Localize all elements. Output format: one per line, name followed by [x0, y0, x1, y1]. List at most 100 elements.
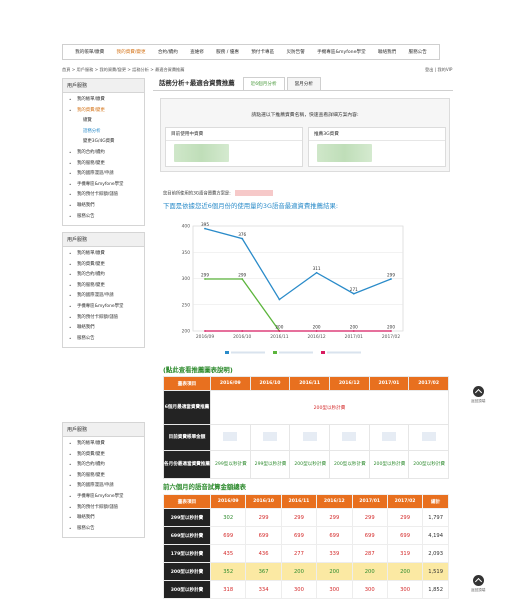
nav-item[interactable]: 手機專區&myfone學堂 [317, 49, 366, 55]
sidebar-item[interactable]: • 我的合約/續約 [69, 148, 140, 159]
sidebar-subitem[interactable]: 總覽 [69, 116, 140, 127]
back-to-top-button[interactable]: 返回頂端 [471, 386, 485, 404]
sidebar-item-label: 手機專區&myfone學堂 [77, 181, 124, 187]
sidebar-item[interactable]: • 我的國際漫遊/申請 [69, 169, 140, 180]
data-label: 395 [201, 222, 209, 227]
nav-item[interactable]: 合約/續約 [158, 49, 178, 55]
data-label: 200 [313, 325, 321, 330]
sidebar-item[interactable]: • 我的帳單/繳費 [69, 95, 140, 106]
sidebar-item[interactable]: • 服務公告 [69, 524, 140, 535]
sidebar-item[interactable]: • 我的預付卡餘額/儲值 [69, 190, 140, 201]
y-tick-label: 350 [182, 250, 191, 256]
current-plan-link[interactable] [174, 144, 229, 162]
sidebar-item[interactable]: • 我的資費/變更 [69, 106, 140, 117]
sidebar-item[interactable]: • 我的帳單/繳費 [69, 439, 140, 450]
sidebar-menu-2: 用戶服務 • 我的帳單/繳費 • 我的資費/變更 • 我的合約/續約 • 我的服務/變更 • 我的… [62, 232, 145, 349]
bullet-icon: • [69, 525, 72, 531]
sidebar-item[interactable]: • 我的預付卡餘額/儲值 [69, 313, 140, 324]
monthly-recommend-cell: 299型以秒計費 [210, 450, 251, 479]
data-label: 299 [387, 273, 395, 278]
sidebar-item[interactable]: • 我的合約/續約 [69, 270, 140, 281]
recommended-plan-box: 推薦3G資費 [308, 127, 446, 167]
sidebar-item-label: 我的預付卡餘額/儲值 [77, 314, 118, 320]
x-tick-label: 2016/10 [233, 334, 251, 340]
sidebar-item-label: 我的預付卡餘額/儲值 [77, 192, 118, 198]
back-to-top-button[interactable]: 返回頂端 [471, 575, 485, 593]
column-header: 畫表項目 [163, 494, 211, 509]
sidebar-item[interactable]: • 聯絡我們 [69, 513, 140, 524]
sidebar-item[interactable]: • 聯絡我們 [69, 201, 140, 212]
sidebar-item[interactable]: • 我的資費/變更 [69, 260, 140, 271]
nav-item[interactable]: 聯絡我們 [378, 49, 396, 55]
sidebar-item[interactable]: • 我的服務/變更 [69, 159, 140, 170]
sidebar-item[interactable]: • 我的帳單/繳費 [69, 249, 140, 260]
sidebar-item-label: 聯絡我們 [77, 202, 95, 208]
sidebar-item[interactable]: • 手機專區&myfone學堂 [69, 180, 140, 191]
summary-heading: 前六個月的語音試算金額總表 [163, 483, 247, 491]
sidebar-item-label: 我的帳單/繳費 [77, 97, 105, 102]
amount-cell: 200 [280, 562, 318, 581]
sidebar-item[interactable]: • 服務公告 [69, 212, 140, 223]
sidebar-item[interactable]: • 我的國際漫遊/申請 [69, 291, 140, 302]
bullet-icon: • [69, 149, 72, 155]
sidebar-item-label: 我的預付卡餘額/儲值 [77, 504, 118, 510]
y-tick-label: 300 [182, 276, 191, 282]
bill-amount-cell [249, 424, 291, 451]
nav-item[interactable]: 我的資費/變更 [117, 49, 146, 55]
table-row: 300型以秒計費 318 334 300 300 300 300 1,852 [163, 580, 449, 599]
bullet-icon: • [69, 272, 72, 278]
sidebar-item[interactable]: • 我的國際漫遊/申請 [69, 481, 140, 492]
nav-item[interactable]: 預付卡專區 [251, 49, 274, 55]
data-label: 271 [350, 287, 358, 292]
amount-cell: 435 [209, 544, 247, 563]
tab-six-months[interactable]: 近6個月分析 [242, 77, 285, 90]
logout-vip-links[interactable]: 登出 | 我的VIP [425, 67, 452, 73]
sidebar-item[interactable]: • 服務公告 [69, 334, 140, 345]
panel-hint: 請點選以下推薦資費名稱，快速查看詳細方案內容: [251, 113, 359, 118]
sidebar-subitem[interactable]: 變更3G/4G資費 [69, 137, 140, 148]
bill-amount-cell [368, 424, 410, 451]
sidebar-item[interactable]: • 我的資費/變更 [69, 450, 140, 461]
sidebar-item[interactable]: • 我的合約/續約 [69, 460, 140, 471]
nav-item[interactable]: 我的帳單/繳費 [75, 49, 104, 55]
total-cell: 4,194 [422, 526, 449, 545]
sidebar-item[interactable]: • 我的服務/變更 [69, 471, 140, 482]
amount-cell: 299 [351, 508, 388, 527]
sidebar-title: 用戶服務 [63, 79, 144, 93]
sidebar-item[interactable]: • 手機專區&myfone學堂 [69, 302, 140, 313]
bullet-icon: • [69, 314, 72, 320]
amount-cell: 200 [316, 562, 353, 581]
plan-name-cell: 200型以秒計費 [163, 562, 211, 581]
sidebar-item[interactable]: • 手機專區&myfone學堂 [69, 492, 140, 503]
amount-cell: 436 [245, 544, 282, 563]
usage-chart: 200 250 300 350 400 2016/09 2016/10 2016/11 2016… [163, 213, 413, 361]
legend-swatch [273, 351, 277, 354]
usage-chart-svg: 200 250 300 350 400 2016/09 2016/10 2016/11 2016… [182, 222, 404, 354]
sidebar-item[interactable]: • 我的服務/變更 [69, 281, 140, 292]
nav-item[interactable]: 災防告警 [286, 49, 304, 55]
column-header: 總計 [422, 494, 449, 509]
bullet-icon: • [69, 192, 72, 198]
sidebar-subitem[interactable]: 話務分析 [69, 127, 140, 138]
bullet-icon: • [69, 97, 72, 102]
breadcrumb: 首頁 > 用戶服務 > 我的資費/變更 > 話務分析 > 最適合資費推薦 [62, 67, 185, 72]
monthly-recommend-cell: 200型以秒計費 [328, 450, 370, 479]
bullet-icon: • [69, 171, 72, 177]
sidebar-item[interactable]: • 我的預付卡餘額/儲值 [69, 503, 140, 514]
sidebar-item-label: 聯絡我們 [77, 325, 95, 331]
data-label: 299 [201, 273, 209, 278]
nav-item[interactable]: 查維修 [190, 49, 204, 55]
recommended-plan-link[interactable] [317, 144, 372, 162]
nav-item[interactable]: 服務公告 [408, 49, 426, 55]
six-month-recommend: 200型以秒計費 [210, 390, 449, 425]
nav-item[interactable]: 服務 / 優惠 [216, 49, 239, 55]
y-tick-label: 250 [182, 302, 191, 308]
recommend-panel: 請點選以下推薦資費名稱，快速查看詳細方案內容: 目前使用中資費 推薦3G資費 [160, 98, 450, 172]
current-plan-box: 目前使用中資費 [165, 127, 303, 167]
sidebar-item[interactable]: • 聯絡我們 [69, 323, 140, 334]
data-label: 299 [238, 273, 246, 278]
data-point [204, 278, 206, 280]
column-header: 2016/09 [210, 376, 251, 391]
tab-current-month[interactable]: 當月分析 [286, 77, 321, 90]
chart-explanation-link[interactable]: (點此查看推薦圖表說明) [163, 365, 233, 374]
